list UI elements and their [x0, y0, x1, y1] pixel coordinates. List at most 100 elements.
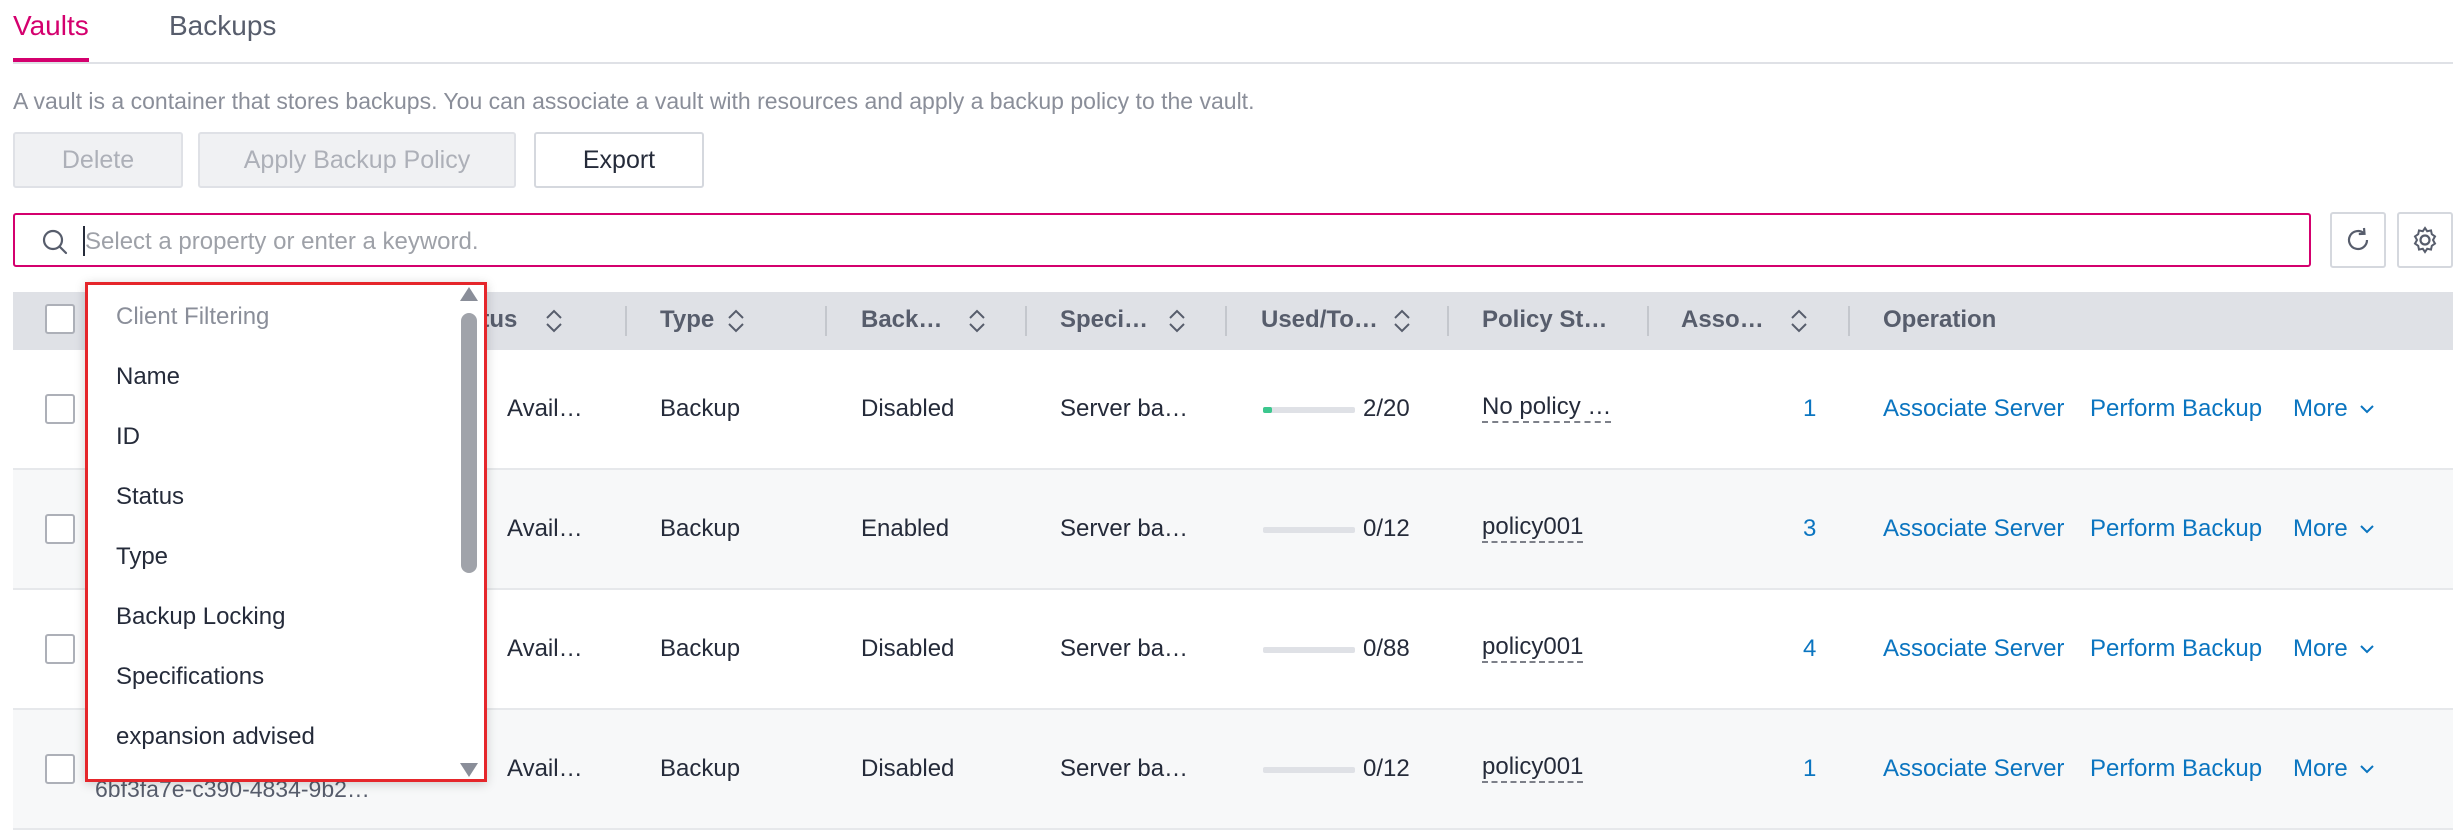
- used-total-cell: 2/20: [1363, 395, 1410, 422]
- column-divider[interactable]: [1225, 306, 1227, 336]
- property-filter-dropdown[interactable]: Client Filtering Name ID Status Type Bac…: [85, 282, 487, 782]
- active-tab-indicator: [13, 58, 89, 62]
- header-policy-status[interactable]: Policy St…: [1482, 306, 1607, 334]
- column-divider[interactable]: [1447, 306, 1449, 336]
- dropdown-option-type[interactable]: Type: [116, 543, 168, 571]
- dropdown-scrollbar[interactable]: [458, 285, 480, 779]
- dropdown-option-status[interactable]: Status: [116, 483, 184, 511]
- apply-backup-policy-button[interactable]: Apply Backup Policy: [198, 132, 516, 188]
- used-total-cell: 0/12: [1363, 515, 1410, 542]
- specifications-cell: Server ba…: [1060, 515, 1189, 542]
- specifications-cell: Server ba…: [1060, 395, 1189, 422]
- perform-backup-link[interactable]: Perform Backup: [2090, 395, 2262, 423]
- more-menu[interactable]: More: [2293, 635, 2348, 663]
- scroll-down-arrow-icon[interactable]: [460, 763, 478, 777]
- perform-backup-link[interactable]: Perform Backup: [2090, 635, 2262, 663]
- backup-locking-cell: Disabled: [861, 395, 955, 422]
- header-used-total[interactable]: Used/To…: [1261, 306, 1378, 334]
- status-cell: Avail…: [507, 395, 583, 422]
- more-menu[interactable]: More: [2293, 395, 2348, 423]
- sort-icon[interactable]: [966, 307, 988, 335]
- row-checkbox[interactable]: [45, 634, 75, 664]
- more-menu[interactable]: More: [2293, 515, 2348, 543]
- type-cell: Backup: [660, 635, 741, 662]
- header-backup-locking[interactable]: Back…: [861, 306, 942, 334]
- perform-backup-link[interactable]: Perform Backup: [2090, 755, 2262, 783]
- associated-count-link[interactable]: 3: [1803, 515, 1816, 543]
- tab-vaults[interactable]: Vaults: [13, 10, 89, 42]
- capacity-bar: [1263, 407, 1355, 413]
- scrollbar-thumb[interactable]: [461, 313, 477, 573]
- used-total-cell: 0/88: [1363, 635, 1410, 662]
- column-divider[interactable]: [1647, 306, 1649, 336]
- column-divider[interactable]: [825, 306, 827, 336]
- select-all-checkbox[interactable]: [45, 304, 75, 334]
- specifications-cell: Server ba…: [1060, 755, 1189, 782]
- more-menu[interactable]: More: [2293, 755, 2348, 783]
- header-specifications[interactable]: Speci…: [1060, 306, 1148, 334]
- policy-cell[interactable]: policy001: [1482, 753, 1584, 783]
- gear-icon: [2413, 226, 2437, 254]
- header-type[interactable]: Type: [660, 306, 714, 334]
- column-divider[interactable]: [625, 306, 627, 336]
- status-cell: Avail…: [507, 755, 583, 782]
- capacity-bar: [1263, 647, 1355, 653]
- header-associated[interactable]: Asso…: [1681, 306, 1764, 334]
- chevron-down-icon: [2360, 765, 2374, 774]
- export-button[interactable]: Export: [534, 132, 704, 188]
- associated-count-link[interactable]: 1: [1803, 395, 1816, 423]
- associated-count-link[interactable]: 4: [1803, 635, 1816, 663]
- dropdown-group-header: Client Filtering: [116, 303, 270, 330]
- column-divider[interactable]: [1025, 306, 1027, 336]
- header-operation: Operation: [1883, 306, 1997, 333]
- tab-backups[interactable]: Backups: [169, 10, 276, 42]
- search-placeholder: Select a property or enter a keyword.: [85, 228, 479, 255]
- perform-backup-link[interactable]: Perform Backup: [2090, 515, 2262, 543]
- backup-locking-cell: Disabled: [861, 755, 955, 782]
- associate-server-link[interactable]: Associate Server: [1883, 635, 2064, 663]
- used-total-cell: 0/12: [1363, 755, 1410, 782]
- type-cell: Backup: [660, 395, 741, 422]
- capacity-bar: [1263, 767, 1355, 773]
- search-input[interactable]: Select a property or enter a keyword.: [13, 213, 2311, 267]
- backup-locking-cell: Disabled: [861, 635, 955, 662]
- page-description: A vault is a container that stores backu…: [13, 88, 1255, 114]
- delete-button[interactable]: Delete: [13, 132, 183, 188]
- associate-server-link[interactable]: Associate Server: [1883, 755, 2064, 783]
- sort-icon[interactable]: [543, 307, 565, 335]
- row-checkbox[interactable]: [45, 754, 75, 784]
- chevron-down-icon: [2360, 525, 2374, 534]
- tab-bar: Vaults Backups: [13, 0, 2453, 64]
- status-cell: Avail…: [507, 635, 583, 662]
- dropdown-option-specifications[interactable]: Specifications: [116, 663, 264, 691]
- status-cell: Avail…: [507, 515, 583, 542]
- row-checkbox[interactable]: [45, 514, 75, 544]
- type-cell: Backup: [660, 515, 741, 542]
- policy-cell[interactable]: No policy …: [1482, 393, 1612, 423]
- sort-icon[interactable]: [1788, 307, 1810, 335]
- dropdown-option-id[interactable]: ID: [116, 423, 140, 451]
- associate-server-link[interactable]: Associate Server: [1883, 515, 2064, 543]
- capacity-bar: [1263, 527, 1355, 533]
- chevron-down-icon: [2360, 405, 2374, 414]
- dropdown-option-backup-locking[interactable]: Backup Locking: [116, 603, 285, 631]
- settings-button[interactable]: [2397, 212, 2453, 268]
- sort-icon[interactable]: [1166, 307, 1188, 335]
- dropdown-option-name[interactable]: Name: [116, 363, 180, 391]
- sort-icon[interactable]: [725, 307, 747, 335]
- refresh-button[interactable]: [2330, 212, 2386, 268]
- chevron-down-icon: [2360, 645, 2374, 654]
- backup-locking-cell: Enabled: [861, 515, 950, 542]
- sort-icon[interactable]: [1391, 307, 1413, 335]
- associate-server-link[interactable]: Associate Server: [1883, 395, 2064, 423]
- row-checkbox[interactable]: [45, 394, 75, 424]
- column-divider[interactable]: [1848, 306, 1850, 336]
- policy-cell[interactable]: policy001: [1482, 513, 1584, 543]
- scroll-up-arrow-icon[interactable]: [460, 287, 478, 301]
- policy-cell[interactable]: policy001: [1482, 633, 1584, 663]
- refresh-icon: [2347, 227, 2369, 251]
- search-icon: [42, 229, 68, 255]
- capacity-bar-fill: [1263, 407, 1273, 413]
- dropdown-option-expansion-advised[interactable]: expansion advised: [116, 723, 315, 751]
- associated-count-link[interactable]: 1: [1803, 755, 1816, 783]
